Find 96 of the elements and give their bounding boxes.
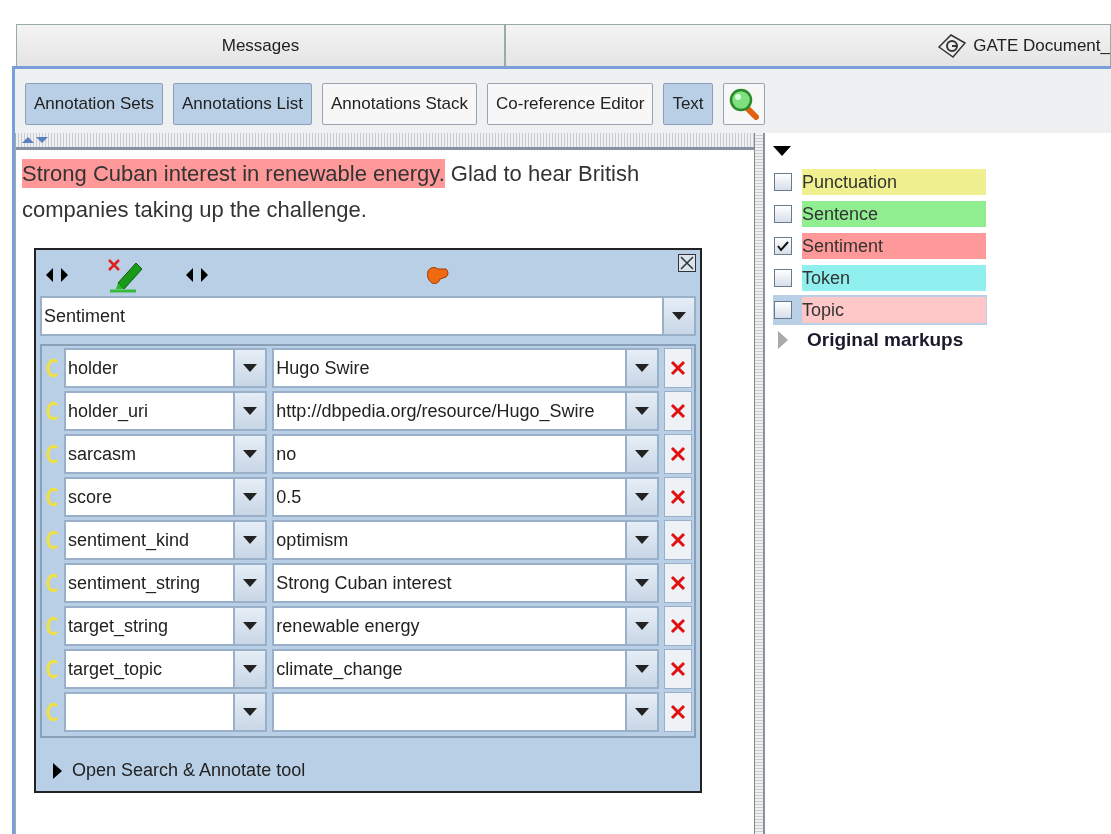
remove-feature-button[interactable]: [664, 692, 692, 732]
expander-icon: [52, 762, 62, 779]
feature-name-dropdown[interactable]: sarcasm: [64, 434, 268, 474]
caret-icon: [243, 708, 258, 716]
checkbox[interactable]: [774, 269, 792, 287]
letter-c-icon: [46, 357, 60, 379]
feature-value-dropdown[interactable]: Hugo Swire: [272, 348, 660, 388]
cross-icon: [670, 575, 687, 591]
type-dropdown[interactable]: Sentiment: [40, 296, 696, 336]
caret-icon: [243, 622, 258, 630]
caret-icon: [635, 493, 650, 501]
cross-icon: [670, 489, 687, 505]
remove-feature-button[interactable]: [664, 391, 692, 431]
letter-c-icon: [46, 443, 60, 465]
caret-icon: [635, 665, 650, 673]
list-row-selected[interactable]: Topic: [773, 295, 987, 325]
remove-feature-button[interactable]: [664, 477, 692, 517]
feature-value-dropdown[interactable]: 0.5: [272, 477, 660, 517]
caret-icon: [243, 407, 258, 415]
annotation-set-label: Original markups: [807, 329, 964, 351]
tree-toggle[interactable]: [777, 331, 789, 349]
feature-value-dropdown[interactable]: http://dbpedia.org/resource/Hugo_Swire: [272, 391, 660, 431]
toolbar-button[interactable]: Annotation Sets: [25, 83, 164, 125]
expander-link[interactable]: Open Search & Annotate tool: [52, 760, 306, 781]
caret-icon: [243, 450, 258, 458]
letter-c-icon: [46, 658, 60, 680]
previous-button[interactable]: [186, 268, 193, 282]
caret-icon: [635, 622, 650, 630]
caret-icon: [243, 536, 258, 544]
checkbox[interactable]: [774, 301, 792, 319]
cross-icon: [670, 618, 687, 634]
feature-value-dropdown[interactable]: renewable energy: [272, 606, 660, 646]
remove-feature-button[interactable]: [664, 649, 692, 689]
search-icon: [728, 88, 759, 120]
cross-icon: [670, 704, 687, 720]
remove-feature-button[interactable]: [664, 563, 692, 603]
annotation-type-label: Sentence: [802, 201, 986, 227]
feature-name-dropdown[interactable]: target_string: [64, 606, 268, 646]
document-text: Strong Cuban interest in renewable energy. Glad to hear British companies taking up the challenge.: [22, 158, 641, 224]
letter-c-icon: [46, 701, 60, 723]
annotation-type-label: Sentiment: [802, 233, 986, 259]
checkbox[interactable]: [774, 205, 792, 223]
toolbar-button[interactable]: Annotations Stack: [322, 83, 478, 125]
feature-value-dropdown[interactable]: optimism: [272, 520, 660, 560]
letter-c-icon: [46, 572, 60, 594]
checkbox[interactable]: [774, 173, 792, 191]
cross-icon: [670, 446, 687, 462]
caret-icon: [635, 536, 650, 544]
letter-c-icon: [46, 486, 60, 508]
cross-icon: [670, 532, 687, 548]
cross-icon: [670, 360, 687, 376]
feature-name-dropdown[interactable]: holder_uri: [64, 391, 268, 431]
feature-value-dropdown[interactable]: no: [272, 434, 660, 474]
tab[interactable]: GATE Document_: [505, 24, 1111, 66]
caret-icon: [635, 579, 650, 587]
next-button[interactable]: [201, 268, 208, 282]
remove-feature-button[interactable]: [664, 520, 692, 560]
feature-value-dropdown[interactable]: climate_change: [272, 649, 660, 689]
annotation-type-label: Topic: [802, 297, 986, 323]
previous-button[interactable]: [46, 268, 53, 282]
caret-icon: [243, 579, 258, 587]
feature-name-dropdown[interactable]: sentiment_kind: [64, 520, 268, 560]
caret-icon: [635, 407, 650, 415]
toolbar-button[interactable]: Co-reference Editor: [487, 83, 654, 125]
annotation-type-label: Token: [802, 265, 986, 291]
annotation-type-label: Punctuation: [802, 169, 986, 195]
search-button[interactable]: [722, 83, 765, 125]
remove-feature-button[interactable]: [664, 348, 692, 388]
caret-icon: [635, 450, 650, 458]
toolbar-button[interactable]: Annotations List: [173, 83, 312, 125]
letter-c-icon: [46, 400, 60, 422]
caret-icon: [243, 493, 258, 501]
feature-name-dropdown[interactable]: target_topic: [64, 649, 268, 689]
letter-c-icon: [46, 529, 60, 551]
caret-icon: [635, 708, 650, 716]
toolbar-button[interactable]: Text: [663, 83, 713, 125]
tab[interactable]: Messages: [16, 24, 505, 66]
cross-icon: [670, 403, 687, 419]
caret-icon: [635, 364, 650, 372]
cross-icon: [670, 661, 687, 677]
splitter-handle[interactable]: [16, 133, 754, 150]
remove-feature-button[interactable]: [664, 606, 692, 646]
letter-c-icon: [46, 615, 60, 637]
close-button[interactable]: [678, 254, 696, 272]
feature-name-dropdown[interactable]: score: [64, 477, 268, 517]
caret-icon: [243, 665, 258, 673]
remove-feature-button[interactable]: [664, 434, 692, 474]
feature-name-dropdown[interactable]: holder: [64, 348, 268, 388]
checkbox[interactable]: [774, 237, 792, 255]
caret-icon: [243, 364, 258, 372]
tree-toggle[interactable]: [773, 145, 791, 157]
next-button[interactable]: [61, 268, 68, 282]
caret-icon: [672, 312, 686, 320]
splitter-handle[interactable]: [755, 133, 765, 834]
feature-value-dropdown[interactable]: Strong Cuban interest: [272, 563, 660, 603]
feature-name-dropdown[interactable]: sentiment_string: [64, 563, 268, 603]
